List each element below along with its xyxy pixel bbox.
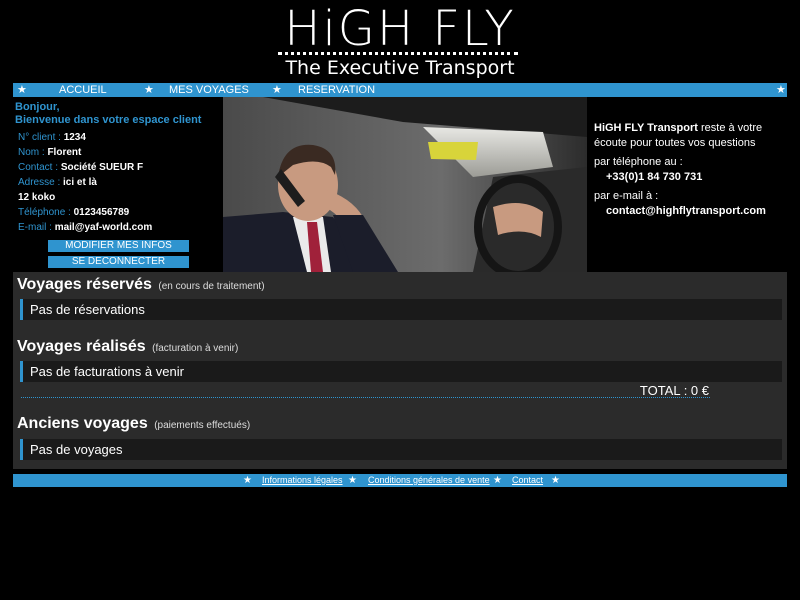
old-list: Pas de voyages	[20, 439, 782, 460]
main-nav: ★ ACCUEIL ★ MES VOYAGES ★ RESERVATION ★	[13, 83, 787, 97]
logo-title: HiGH FLY	[284, 1, 516, 57]
star-icon: ★	[272, 84, 282, 96]
star-icon: ★	[551, 475, 560, 486]
email-label: par e-mail à :	[594, 190, 659, 202]
client-name-field: Nom : Florent	[18, 147, 81, 159]
field-label: Adresse :	[18, 177, 61, 188]
footer-link-contact[interactable]: Contact	[512, 474, 543, 487]
client-email-field: E-mail : mail@yaf-world.com	[18, 222, 152, 234]
contact-intro-line2: écoute pour toutes vos questions	[594, 137, 756, 149]
field-value: mail@yaf-world.com	[54, 222, 153, 233]
old-title: Anciens voyages (paiements effectués)	[17, 414, 250, 436]
section-note: (facturation à venir)	[152, 343, 239, 354]
nav-item-reservation[interactable]: RESERVATION	[298, 83, 375, 97]
done-list: Pas de facturations à venir	[20, 361, 782, 382]
field-value: 0123456789	[73, 207, 130, 218]
section-title-text: Voyages réalisés	[17, 338, 146, 355]
edit-info-button[interactable]: MODIFIER MES INFOS	[48, 240, 189, 252]
star-icon: ★	[348, 475, 357, 486]
empty-message: Pas de réservations	[30, 302, 145, 317]
client-contact-field: Contact : Société SUEUR F	[18, 162, 143, 174]
field-label: Téléphone :	[18, 207, 71, 218]
empty-message: Pas de voyages	[30, 442, 123, 457]
star-icon: ★	[776, 84, 786, 96]
field-value: 1234	[63, 132, 86, 143]
greeting-line: Bonjour,	[15, 101, 60, 113]
client-number-field: N° client : 1234	[18, 132, 86, 144]
field-label: Nom :	[18, 147, 45, 158]
email-address: contact@highflytransport.com	[606, 205, 766, 217]
star-icon: ★	[144, 84, 154, 96]
footer-bar: ★ Informations légales ★ Conditions géné…	[13, 474, 787, 487]
field-value: ici et là	[63, 177, 97, 188]
contact-panel: HiGH FLY Transport reste à votre écoute …	[587, 97, 787, 272]
reserved-list: Pas de réservations	[20, 299, 782, 320]
client-address-line2: 12 koko	[18, 192, 55, 204]
phone-label: par téléphone au :	[594, 156, 683, 168]
phone-number: +33(0)1 84 730 731	[606, 171, 703, 183]
section-note: (paiements effectués)	[154, 420, 251, 431]
field-label: N° client :	[18, 132, 61, 143]
reserved-title: Voyages réservés (en cours de traitement…	[17, 275, 265, 297]
nav-item-accueil[interactable]: ACCUEIL	[59, 83, 107, 97]
brand-name: HiGH FLY Transport	[594, 122, 698, 134]
field-value: Société SUEUR F	[60, 162, 144, 173]
logo-divider	[278, 52, 518, 55]
section-title-text: Voyages réservés	[17, 276, 152, 293]
field-label: E-mail :	[18, 222, 52, 233]
empty-message: Pas de facturations à venir	[30, 364, 184, 379]
photo-illustration	[223, 97, 587, 272]
footer-link-legal[interactable]: Informations légales	[262, 474, 343, 487]
total-divider	[21, 397, 710, 398]
done-title: Voyages réalisés (facturation à venir)	[17, 337, 238, 359]
contact-intro: HiGH FLY Transport reste à votre	[594, 121, 762, 135]
star-icon: ★	[493, 475, 502, 486]
field-label: Contact :	[18, 162, 59, 173]
client-info-panel: Bonjour, Bienvenue dans votre espace cli…	[13, 97, 223, 272]
star-icon: ★	[243, 475, 252, 486]
client-address-field: Adresse : ici et là	[18, 177, 97, 189]
logo-subtitle: The Executive Transport	[285, 57, 515, 79]
field-value: Florent	[47, 147, 82, 158]
greeting-welcome: Bienvenue dans votre espace client	[15, 114, 202, 126]
section-note: (en cours de traitement)	[158, 281, 265, 292]
field-value: 12 koko	[18, 192, 56, 203]
star-icon: ★	[17, 84, 27, 96]
contact-intro-text: reste à votre	[697, 122, 763, 134]
footer-link-cgv[interactable]: Conditions générales de vente	[368, 474, 490, 487]
logout-button[interactable]: SE DECONNECTER	[48, 256, 189, 268]
hero-photo	[223, 97, 587, 272]
site-logo: HiGH FLY The Executive Transport	[0, 0, 800, 82]
nav-item-mes-voyages[interactable]: MES VOYAGES	[169, 83, 249, 97]
greeting: Bonjour, Bienvenue dans votre espace cli…	[15, 101, 201, 127]
section-title-text: Anciens voyages	[17, 415, 148, 432]
client-phone-field: Téléphone : 0123456789	[18, 207, 129, 219]
main-content: Bonjour, Bienvenue dans votre espace cli…	[13, 97, 787, 469]
total-amount: TOTAL : 0 €	[639, 383, 709, 398]
